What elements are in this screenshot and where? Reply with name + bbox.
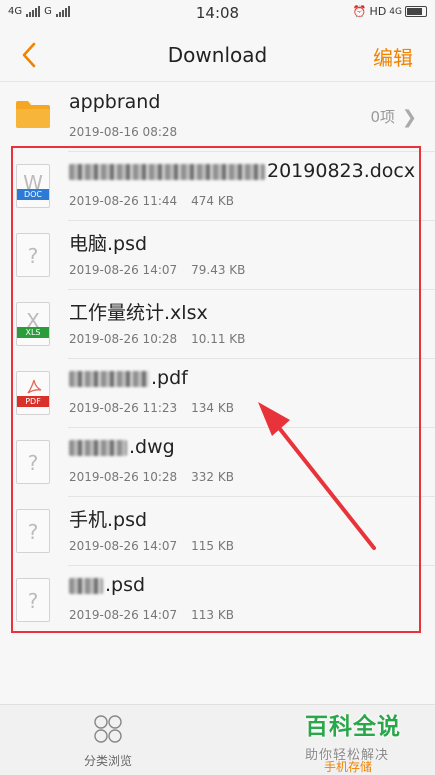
- file-meta: 2019-08-26 10:28 10.11 KB: [69, 332, 245, 346]
- alarm-icon: ⏰: [352, 5, 367, 18]
- grid-circles-icon: [94, 715, 122, 743]
- watermark-logo: 百科全说 助你轻松解决: [305, 713, 429, 773]
- file-row[interactable]: ? 手机.psd 2019-08-26 14:07 115 KB: [0, 497, 435, 566]
- unknown-file-icon: ?: [16, 578, 50, 622]
- folder-item-count: 0项: [370, 108, 395, 126]
- file-name: 电脑.psd: [69, 233, 148, 255]
- redacted-text: [69, 163, 265, 180]
- file-row[interactable]: W DOC 20190823.docx 2019-08-26 11:44 474 …: [0, 152, 435, 221]
- unknown-file-icon: ?: [16, 509, 50, 553]
- file-date: 2019-08-26 11:23: [69, 401, 178, 415]
- file-name: 手机.psd: [69, 509, 148, 531]
- file-size: 79.43 KB: [191, 263, 246, 277]
- tab-category-browse[interactable]: 分类浏览: [28, 705, 188, 775]
- file-row[interactable]: ? 电脑.psd 2019-08-26 14:07 79.43 KB: [0, 221, 435, 290]
- folder-row[interactable]: appbrand 2019-08-16 08:28 0项 ❯: [0, 83, 435, 152]
- chevron-right-icon: ❯: [401, 107, 417, 128]
- file-size: 332 KB: [191, 470, 234, 484]
- file-row[interactable]: ? .dwg 2019-08-26 10:28 332 KB: [0, 428, 435, 497]
- watermark-main: 百科全说: [305, 714, 401, 740]
- word-doc-icon: W DOC: [16, 164, 50, 208]
- file-date: 2019-08-26 10:28: [69, 470, 178, 484]
- pdf-icon: PDF: [16, 371, 50, 415]
- file-size: 115 KB: [191, 539, 234, 553]
- tab-label: 分类浏览: [83, 754, 132, 768]
- file-row[interactable]: ? .psd 2019-08-26 14:07 113 KB: [0, 566, 435, 635]
- file-size: 10.11 KB: [191, 332, 246, 346]
- file-size: 134 KB: [191, 401, 234, 415]
- folder-date: 2019-08-16 08:28: [69, 125, 178, 139]
- file-meta: 2019-08-26 10:28 332 KB: [69, 470, 234, 484]
- file-name: .pdf: [69, 367, 188, 389]
- screen: 4G G 14:08 ⏰ HD 4G Download 编辑 appbrand …: [0, 0, 435, 775]
- file-name: .psd: [69, 574, 145, 596]
- redacted-text: [69, 577, 103, 594]
- excel-xls-icon: X XLS: [16, 302, 50, 346]
- file-type-tag: PDF: [17, 396, 49, 407]
- file-name: .dwg: [69, 436, 175, 458]
- unknown-file-icon: ?: [16, 440, 50, 484]
- file-meta: 2019-08-26 14:07 115 KB: [69, 539, 234, 553]
- redacted-text: [69, 370, 149, 387]
- file-date: 2019-08-26 14:07: [69, 263, 178, 277]
- folder-name: appbrand: [69, 91, 161, 113]
- nav-bar: Download 编辑: [0, 30, 435, 82]
- file-name: 工作量统计.xlsx: [69, 302, 208, 324]
- file-date: 2019-08-26 10:28: [69, 332, 178, 346]
- file-size: 113 KB: [191, 608, 234, 622]
- file-date: 2019-08-26 11:44: [69, 194, 178, 208]
- file-row[interactable]: X XLS 工作量统计.xlsx 2019-08-26 10:28 10.11 K…: [0, 290, 435, 359]
- network-type-3: 4G: [389, 6, 402, 17]
- file-name: 20190823.docx: [69, 160, 415, 182]
- chevron-left-icon: [22, 42, 36, 68]
- file-size: 474 KB: [191, 194, 234, 208]
- status-bar: 4G G 14:08 ⏰ HD 4G: [0, 0, 435, 26]
- file-meta: 2019-08-26 11:23 134 KB: [69, 401, 234, 415]
- battery-icon: [405, 6, 427, 17]
- file-date: 2019-08-26 14:07: [69, 608, 178, 622]
- file-meta: 2019-08-26 11:44 474 KB: [69, 194, 234, 208]
- file-type-tag: DOC: [17, 189, 49, 200]
- file-type-tag: XLS: [17, 327, 49, 338]
- file-row[interactable]: PDF .pdf 2019-08-26 11:23 134 KB: [0, 359, 435, 428]
- redacted-text: [69, 439, 127, 456]
- file-meta: 2019-08-26 14:07 113 KB: [69, 608, 234, 622]
- page-title: Download: [167, 43, 268, 67]
- status-right: ⏰ HD 4G: [353, 5, 427, 18]
- folder-icon: [16, 101, 50, 128]
- file-meta: 2019-08-26 14:07 79.43 KB: [69, 263, 245, 277]
- file-date: 2019-08-26 14:07: [69, 539, 178, 553]
- unknown-file-icon: ?: [16, 233, 50, 277]
- watermark-sub: 助你轻松解决: [305, 748, 390, 763]
- hd-label: HD: [369, 5, 387, 18]
- back-button[interactable]: [14, 40, 46, 72]
- edit-button[interactable]: 编辑: [373, 42, 413, 71]
